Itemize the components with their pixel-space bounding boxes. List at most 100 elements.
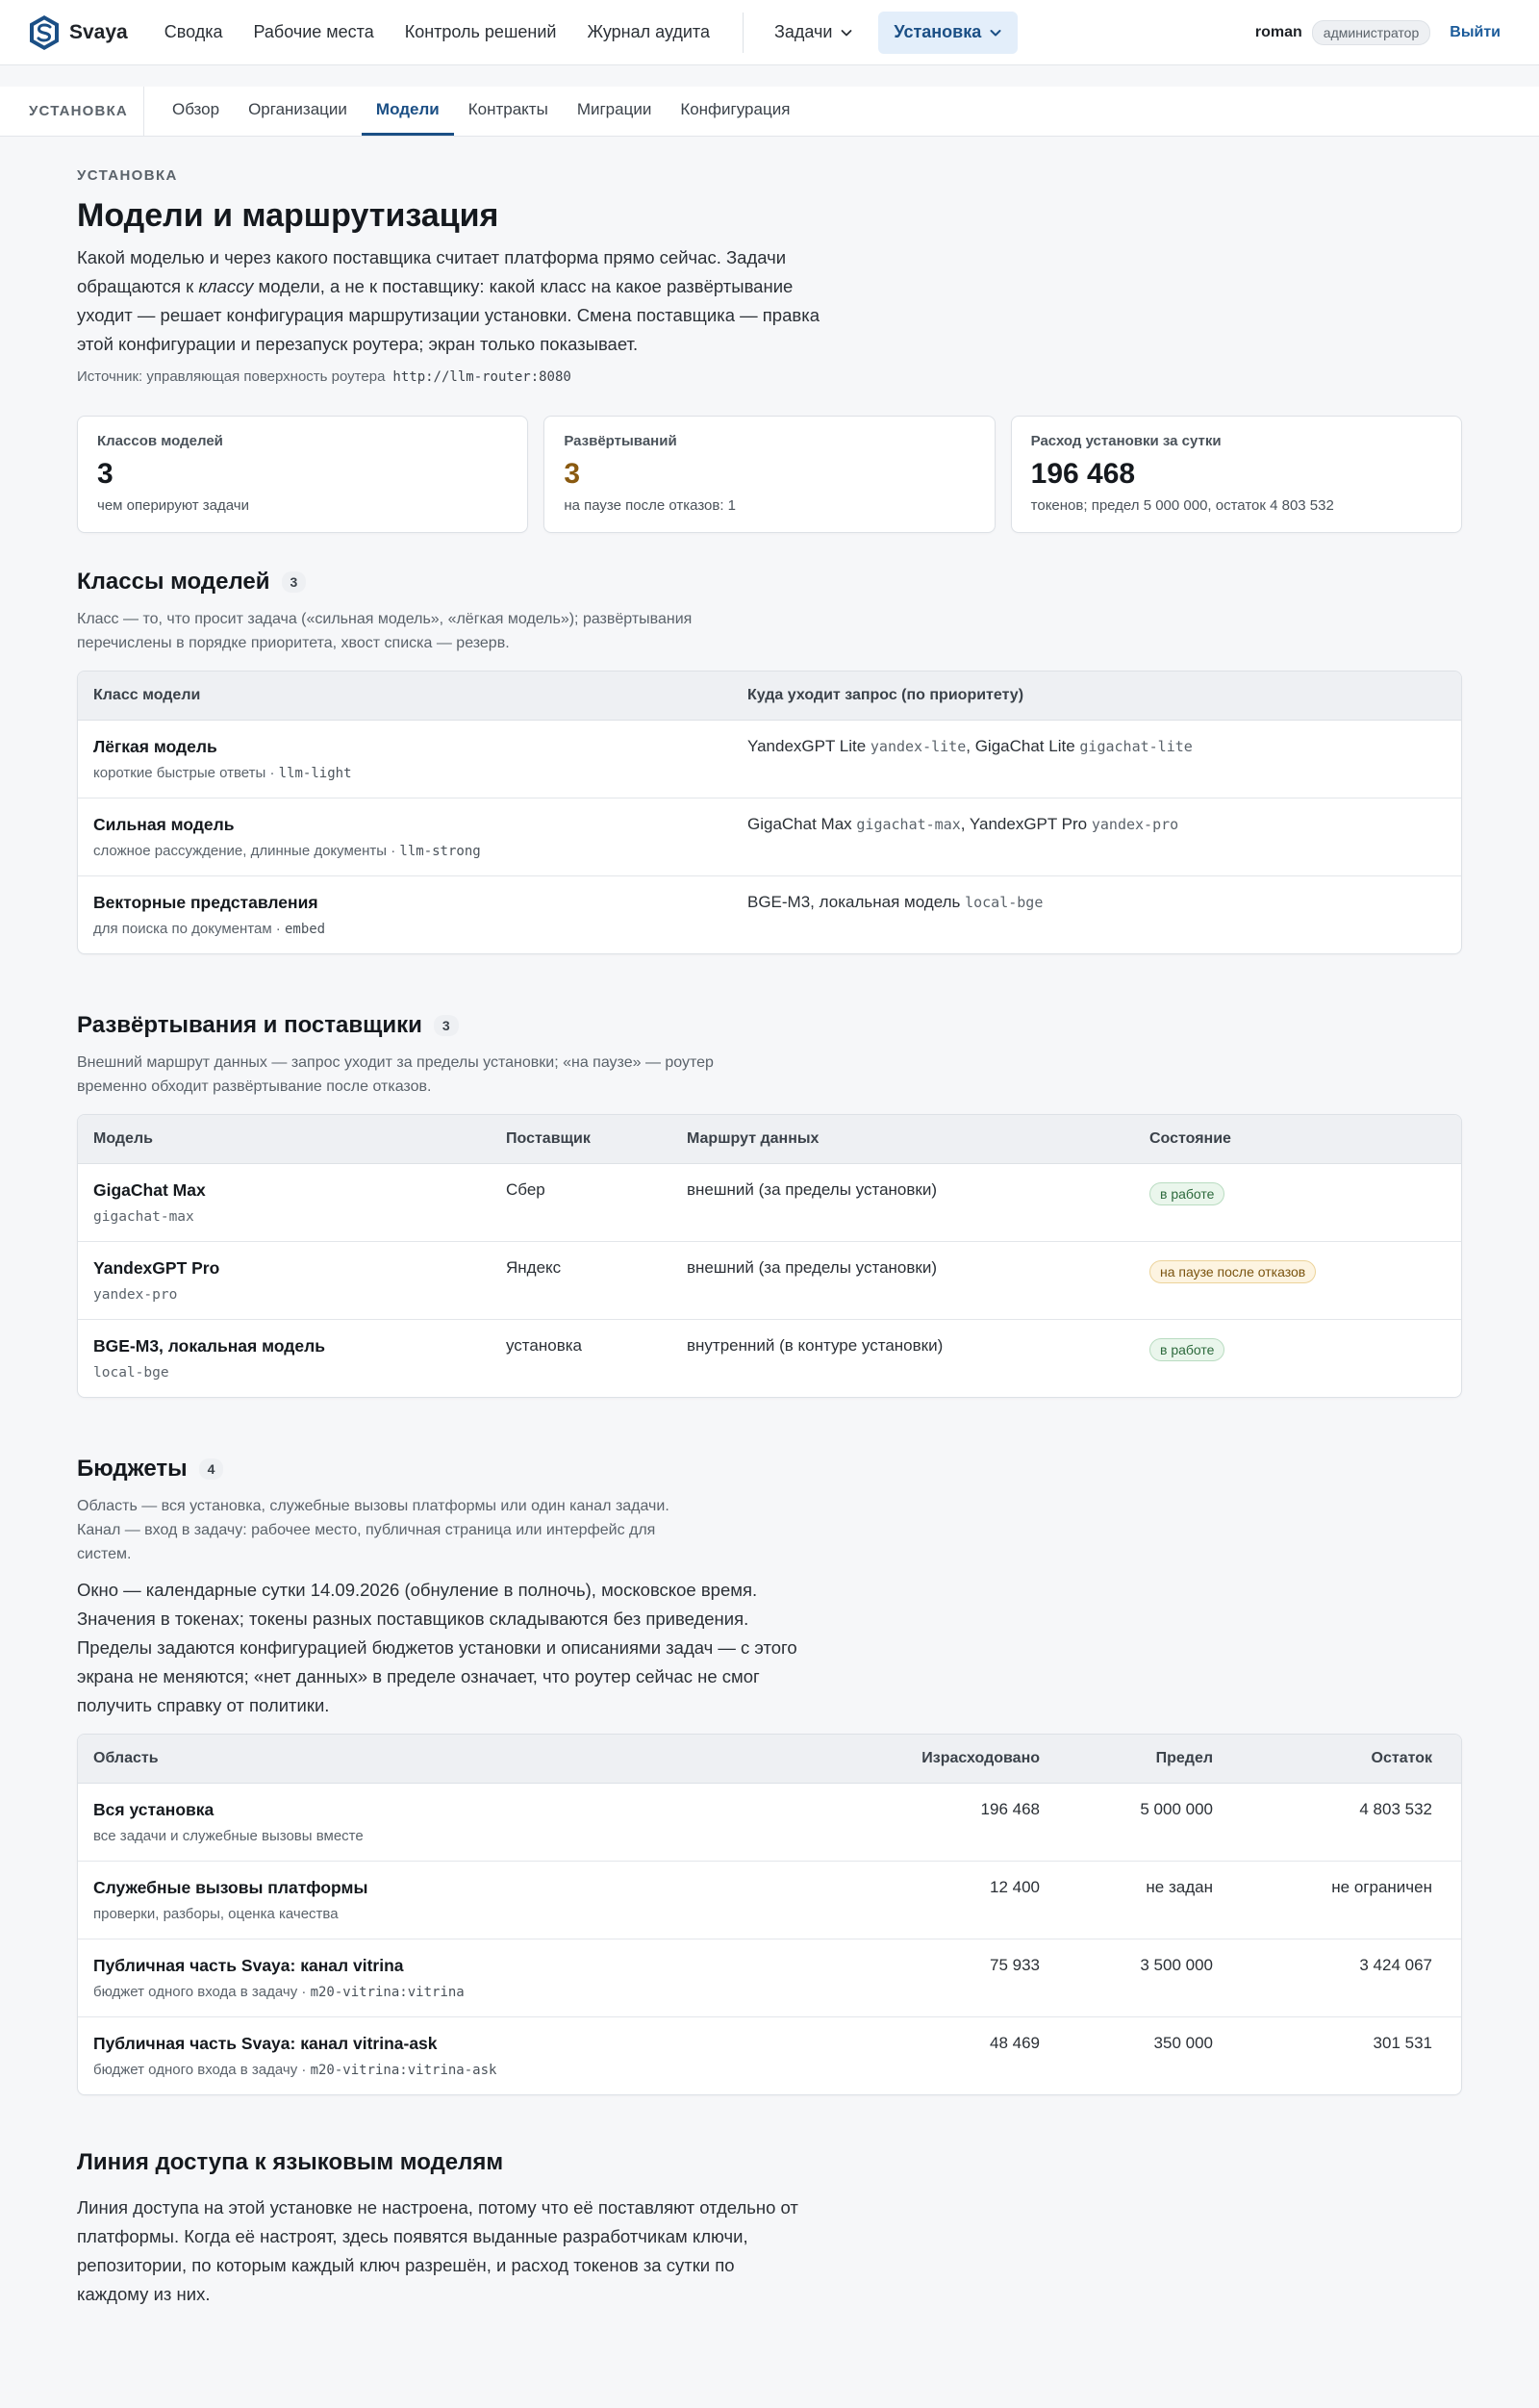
scope-name: Вся установка [93, 1800, 214, 1819]
provider-cell: установка [506, 1336, 582, 1355]
source-url: http://llm-router:8080 [392, 369, 571, 385]
table-row: Публичная часть Svaya: канал vitrina бюдж… [78, 1939, 1461, 2017]
stat-note: токенов; предел 5 000 000, остаток 4 803… [1030, 497, 1334, 514]
target-name: GigaChat Max [747, 815, 852, 833]
status-badge: в работе [1149, 1338, 1225, 1361]
class-code: llm-light [278, 766, 352, 781]
table-row: Векторные представления для поиска по док… [78, 876, 1461, 953]
limit-cell: 5 000 000 [1140, 1800, 1213, 1818]
section-tabs: Обзор Организации Модели Контракты Мигра… [158, 87, 804, 136]
nav-item-decision-control[interactable]: Контроль решений [390, 12, 572, 54]
tab-models[interactable]: Модели [361, 87, 454, 136]
tab-migrations[interactable]: Миграции [563, 87, 667, 136]
target-code: gigachat-max [856, 816, 961, 833]
section-model-classes: Классы моделей 3 Класс — то, что просит з… [77, 569, 1462, 954]
column-header: Предел [1155, 1750, 1213, 1766]
page-eyebrow: УСТАНОВКА [77, 167, 178, 184]
limit-cell: 350 000 [1153, 2034, 1213, 2052]
model-cell: YandexGPT Pro yandex-pro [78, 1242, 491, 1319]
router-source: Источник: управляющая поверхность роутер… [77, 368, 1462, 385]
stat-value: 3 [564, 458, 581, 490]
user-name: roman [1254, 24, 1302, 40]
tab-overview[interactable]: Обзор [158, 87, 234, 136]
nav-item-installation[interactable]: Установка [878, 11, 1019, 54]
class-name: Лёгкая модель [93, 737, 217, 756]
stat-note: на паузе после отказов: 1 [564, 497, 737, 514]
column-header: Остаток [1371, 1750, 1432, 1766]
tab-contracts[interactable]: Контракты [454, 87, 563, 136]
section-title-text: Бюджеты [77, 1456, 188, 1482]
nav-item-tasks[interactable]: Задачи [759, 12, 869, 54]
lead-emphasis: классу [198, 276, 254, 296]
table-row: Лёгкая модель короткие быстрые ответы · l… [78, 721, 1461, 798]
remaining-cell: не ограничен [1331, 1878, 1432, 1896]
remaining-cell: 4 803 532 [1359, 1800, 1432, 1818]
table-row: Вся установка все задачи и служебные вызо… [78, 1784, 1461, 1862]
scope-description: бюджет одного входа в задачу · m20-vitri… [93, 1984, 832, 2000]
target-separator: , [966, 737, 975, 755]
scope-name: Служебные вызовы платформы [93, 1878, 368, 1897]
model-code: local-bge [93, 1365, 169, 1381]
scope-description: бюджет одного входа в задачу · m20-vitri… [93, 2062, 832, 2078]
model-cell: BGE-M3, локальная модель local-bge [78, 1320, 491, 1397]
remaining-cell: 3 424 067 [1359, 1956, 1432, 1974]
class-cell: Векторные представления для поиска по док… [78, 876, 732, 953]
limit-cell: не задан [1146, 1878, 1213, 1896]
tab-organizations[interactable]: Организации [234, 87, 362, 136]
stat-card-deployments: Развёртываний 3 на паузе после отказов: … [543, 416, 996, 533]
section-deployments: Развёртывания и поставщики 3 Внешний марш… [77, 1012, 1462, 1398]
tab-configuration[interactable]: Конфигурация [666, 87, 804, 136]
column-header: Поставщик [506, 1130, 591, 1147]
section-title: Классы моделей 3 [77, 569, 1462, 596]
column-header: Маршрут данных [687, 1130, 820, 1147]
scope-name: Публичная часть Svaya: канал vitrina [93, 1956, 404, 1975]
routing-cell: GigaChat Max gigachat-max, YandexGPT Pro… [732, 798, 1194, 875]
section-description: Класс — то, что просит задача («сильная … [77, 611, 693, 651]
state-cell: в работе [1134, 1320, 1240, 1397]
scope-description-text: все задачи и служебные вызовы вместе [93, 1828, 364, 1844]
target-name: BGE-M3, локальная модель [747, 893, 961, 911]
stat-card-daily-usage: Расход установки за сутки 196 468 токено… [1010, 416, 1462, 533]
class-cell: Лёгкая модель короткие быстрые ответы · l… [78, 721, 732, 798]
nav-item-workplaces[interactable]: Рабочие места [239, 12, 390, 54]
target-code: yandex-pro [1091, 816, 1179, 833]
routing-cell: BGE-M3, локальная модель local-bge [732, 876, 1058, 953]
section-title-text: Классы моделей [77, 569, 270, 595]
model-name: YandexGPT Pro [93, 1258, 220, 1278]
state-cell: на паузе после отказов [1134, 1242, 1331, 1319]
route-cell: внутренний (в контуре установки) [687, 1336, 944, 1355]
status-badge: на паузе после отказов [1149, 1260, 1317, 1283]
class-code: embed [284, 922, 326, 937]
scope-description: все задачи и служебные вызовы вместе [93, 1828, 832, 1844]
deployments-table: Модель Поставщик Маршрут данных Состояни… [77, 1114, 1462, 1398]
class-description-text: для поиска по документам · [93, 921, 285, 937]
scope-description-text: бюджет одного входа в задачу · [93, 2062, 311, 2078]
page-lead: Какой моделью и через какого поставщика … [77, 243, 837, 359]
section-title-text: Линия доступа к языковым моделям [77, 2149, 504, 2175]
brand-name: Svaya [69, 20, 128, 43]
class-description-text: сложное рассуждение, длинные документы · [93, 843, 400, 859]
source-label: Источник: управляющая поверхность роутер… [77, 368, 386, 385]
class-description: короткие быстрые ответы · llm-light [93, 765, 717, 781]
brand[interactable]: Svaya [28, 0, 128, 65]
section-budgets: Бюджеты 4 Область — вся установка, служеб… [77, 1456, 1462, 2095]
column-header: Класс модели [93, 687, 201, 703]
target-separator: , [960, 815, 970, 833]
class-description: для поиска по документам · embed [93, 921, 717, 937]
scope-name: Публичная часть Svaya: канал vitrina-ask [93, 2034, 438, 2053]
target-code: yandex-lite [870, 738, 967, 755]
scope-cell: Служебные вызовы платформы проверки, разб… [78, 1862, 847, 1939]
class-code: llm-strong [399, 844, 481, 859]
top-bar: Svaya Сводка Рабочие места Контроль реше… [0, 0, 1539, 65]
logout-button[interactable]: Выйти [1450, 24, 1501, 41]
table-header: Область Израсходовано Предел Остаток [78, 1735, 1461, 1784]
spent-cell: 75 933 [990, 1956, 1040, 1974]
classes-table: Класс модели Куда уходит запрос (по прио… [77, 671, 1462, 954]
page-title: Модели и маршрутизация [77, 197, 499, 234]
budgets-table: Область Израсходовано Предел Остаток Вся… [77, 1734, 1462, 2095]
section-title: Бюджеты 4 [77, 1456, 1462, 1483]
nav-item-audit-log[interactable]: Журнал аудита [571, 12, 725, 54]
table-row: GigaChat Max gigachat-max Сбер внешний (за … [78, 1164, 1461, 1242]
nav-item-summary[interactable]: Сводка [149, 12, 239, 54]
stat-note: чем оперируют задачи [97, 497, 249, 514]
